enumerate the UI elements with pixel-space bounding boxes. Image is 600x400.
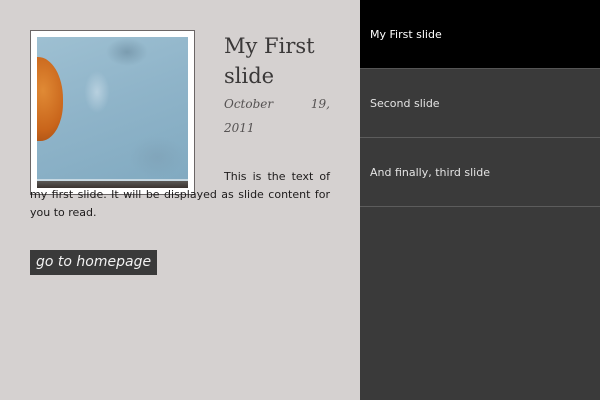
go-to-homepage-button[interactable]: go to homepage: [30, 250, 158, 275]
slide-text: This is the text of my first slide. It w…: [30, 170, 330, 219]
slide-date: October 19, 2011: [224, 92, 330, 140]
slide-text-paragraph: This is the text of my first slide. It w…: [30, 168, 330, 222]
sidebar-item-first-slide[interactable]: My First slide: [360, 0, 600, 69]
slide-title: My First slide: [224, 34, 315, 88]
sidebar-item-second-slide[interactable]: Second slide: [360, 69, 600, 138]
slide-content: My First slide October 19, 2011 This is …: [0, 0, 360, 400]
slide-image: [37, 37, 188, 188]
slide-date-line2: 2011: [224, 121, 255, 135]
slide-date-line1: October 19,: [224, 97, 330, 111]
sidebar-item-third-slide[interactable]: And finally, third slide: [360, 138, 600, 207]
slide-sidebar: My First slide Second slide And finally,…: [360, 0, 600, 400]
leaf-shape: [37, 57, 63, 141]
